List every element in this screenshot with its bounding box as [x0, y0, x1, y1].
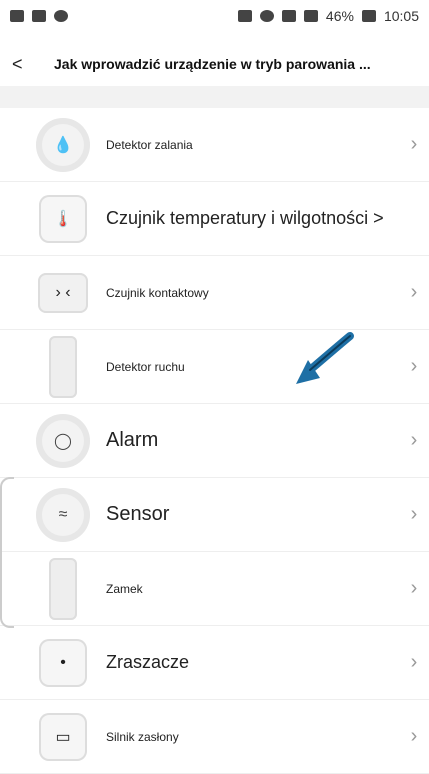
item-thumb: •: [36, 636, 90, 690]
item-thumb: 🌡️: [36, 192, 90, 246]
item-thumb: 💧: [36, 117, 90, 172]
sprinkler-icon: •: [39, 638, 87, 687]
back-button[interactable]: <: [12, 54, 42, 75]
chevron-right-icon: ›: [410, 725, 418, 747]
sync-icon: [54, 10, 68, 22]
item-label: Czujnik kontaktowy: [106, 285, 209, 300]
item-label: Zamek: [106, 581, 143, 596]
item-label: Zraszacze: [106, 652, 190, 672]
item-label: Silnik zasłony: [106, 729, 179, 744]
item-thumb: ◯: [36, 413, 90, 468]
chevron-right-icon: ›: [410, 355, 418, 377]
time-text: 10:05: [383, 8, 419, 24]
battery-percent: 46%: [325, 8, 354, 24]
item-label: Czujnik temperatury i wilgotności >: [106, 208, 384, 228]
mute-icon: [237, 10, 252, 22]
chevron-right-icon: ›: [410, 651, 418, 673]
motion-sensor-icon: [49, 335, 77, 398]
list-item[interactable]: 💧 Detektor zalania ›: [0, 108, 429, 182]
item-label: Detektor zalania: [106, 137, 193, 152]
annotation-arrow-icon: [296, 332, 354, 384]
list-item[interactable]: ▭ Silnik zasłony ›: [0, 700, 429, 774]
page-header: < Jak wprowadzić urządzenie w tryb parow…: [0, 44, 429, 84]
lock-icon: [49, 557, 77, 620]
item-thumb: [36, 557, 90, 620]
list-item[interactable]: 🌡️ Czujnik temperatury i wilgotności >: [0, 182, 429, 256]
status-left-icons: [10, 10, 68, 22]
list-item[interactable]: ◯ Alarm ›: [0, 404, 429, 478]
item-label: Sensor: [106, 503, 170, 525]
contact-sensor-icon: › ‹: [38, 272, 88, 313]
chevron-right-icon: ›: [410, 133, 418, 155]
item-thumb: [36, 335, 90, 398]
battery-icon: [361, 10, 376, 22]
header-divider: [0, 86, 429, 108]
list-item[interactable]: • Zraszacze ›: [0, 626, 429, 700]
item-label: Alarm: [106, 429, 159, 451]
wifi-icon: [281, 10, 296, 22]
list-item[interactable]: › ‹ Czujnik kontaktowy ›: [0, 256, 429, 330]
alarm-clock-icon: [259, 10, 274, 22]
chevron-right-icon: ›: [410, 281, 418, 303]
alarm-icon: ◯: [36, 413, 90, 468]
list-item[interactable]: ≈ Sensor ›: [0, 478, 429, 552]
list-item[interactable]: Zamek ›: [0, 552, 429, 626]
chevron-right-icon: ›: [410, 429, 418, 451]
item-thumb: › ‹: [36, 266, 90, 320]
device-list: 💧 Detektor zalania › 🌡️ Czujnik temperat…: [0, 108, 429, 774]
folder-icon: [32, 10, 46, 22]
list-item[interactable]: Detektor ruchu ›: [0, 330, 429, 404]
status-right: 46% 10:05: [237, 8, 419, 24]
curtain-motor-icon: ▭: [39, 712, 87, 761]
chevron-right-icon: ›: [410, 577, 418, 599]
page-title: Jak wprowadzić urządzenie w tryb parowan…: [54, 56, 371, 72]
sensor-waves-icon: ≈: [36, 487, 90, 542]
thermometer-icon: 🌡️: [39, 194, 87, 243]
item-thumb: ▭: [36, 710, 90, 764]
signal-icon: [303, 10, 318, 22]
left-edge-bracket: [0, 477, 14, 628]
gallery-icon: [10, 10, 24, 22]
water-drop-icon: 💧: [36, 117, 90, 172]
status-bar: 46% 10:05: [0, 0, 429, 32]
chevron-right-icon: ›: [410, 503, 418, 525]
item-thumb: ≈: [36, 487, 90, 542]
